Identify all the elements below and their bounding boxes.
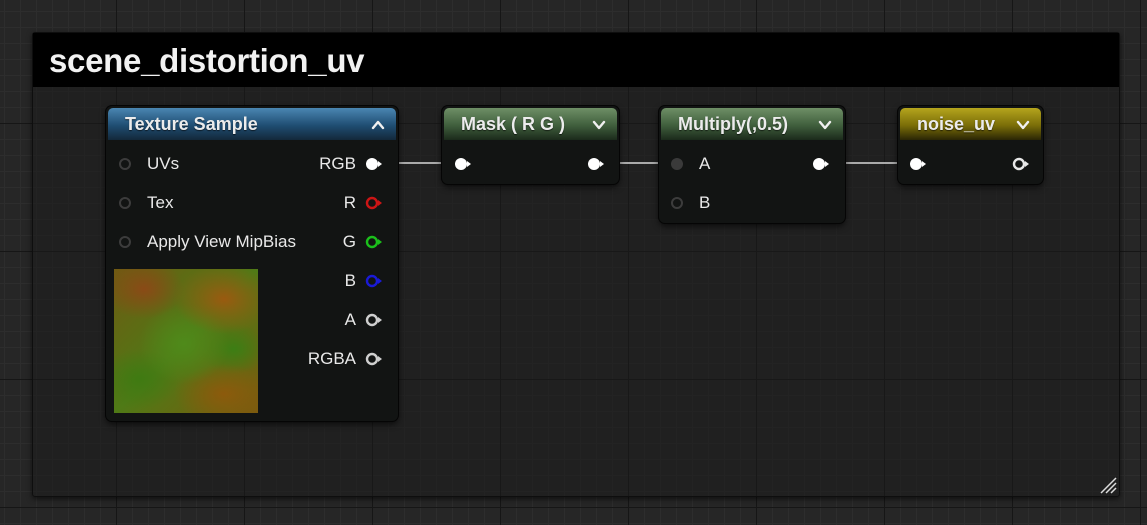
- pin-icon[interactable]: [364, 313, 382, 327]
- resize-grip-icon[interactable]: [1097, 474, 1119, 496]
- pin-icon[interactable]: [364, 196, 382, 210]
- pin-icon[interactable]: [364, 352, 382, 366]
- noise-uv-header[interactable]: noise_uv: [900, 108, 1041, 140]
- pin-icon[interactable]: [453, 157, 471, 171]
- input-label-tex: Tex: [147, 193, 174, 212]
- node-title: Multiply(,0.5): [678, 114, 789, 134]
- pin-icon[interactable]: [908, 157, 926, 171]
- output-label-g: G: [342, 232, 356, 251]
- output-label-rgb: RGB: [319, 154, 356, 173]
- pin-icon[interactable]: [117, 235, 135, 249]
- collapse-chevron-up-icon[interactable]: [370, 117, 386, 133]
- pin-icon[interactable]: [364, 235, 382, 249]
- expand-chevron-down-icon[interactable]: [591, 117, 607, 133]
- pin-icon[interactable]: [364, 157, 382, 171]
- input-label-apply-view-mipbias: Apply View MipBias: [147, 232, 296, 251]
- noise-uv-node[interactable]: noise_uv: [898, 106, 1043, 184]
- output-label-rgba: RGBA: [307, 349, 356, 368]
- node-title: noise_uv: [917, 114, 996, 134]
- input-label-uvs: UVs: [147, 154, 180, 173]
- expand-chevron-down-icon[interactable]: [1015, 117, 1031, 133]
- multiply-header[interactable]: Multiply(,0.5): [661, 108, 843, 140]
- comment-header[interactable]: scene_distortion_uv: [33, 33, 1119, 87]
- node-title: Texture Sample: [125, 114, 258, 134]
- mask-header[interactable]: Mask ( R G ): [444, 108, 617, 140]
- node-title: Mask ( R G ): [461, 114, 566, 134]
- pin-icon[interactable]: [669, 196, 687, 210]
- input-label-b: B: [699, 193, 711, 212]
- texture-sample-header[interactable]: Texture Sample: [108, 108, 396, 140]
- pin-icon[interactable]: [117, 196, 135, 210]
- comment-title[interactable]: scene_distortion_uv: [49, 42, 365, 80]
- input-label-a: A: [699, 154, 711, 173]
- pin-icon[interactable]: [364, 274, 382, 288]
- mask-node[interactable]: Mask ( R G ): [442, 106, 619, 184]
- pin-icon[interactable]: [1011, 157, 1029, 171]
- pin-icon[interactable]: [669, 157, 687, 171]
- pin-icon[interactable]: [586, 157, 604, 171]
- texture-preview-thumbnail: [114, 269, 258, 413]
- output-label-a: A: [344, 310, 356, 329]
- pin-icon[interactable]: [117, 157, 135, 171]
- pin-icon[interactable]: [811, 157, 829, 171]
- output-label-r: R: [343, 193, 356, 212]
- expand-chevron-down-icon[interactable]: [817, 117, 833, 133]
- output-label-b: B: [344, 271, 356, 290]
